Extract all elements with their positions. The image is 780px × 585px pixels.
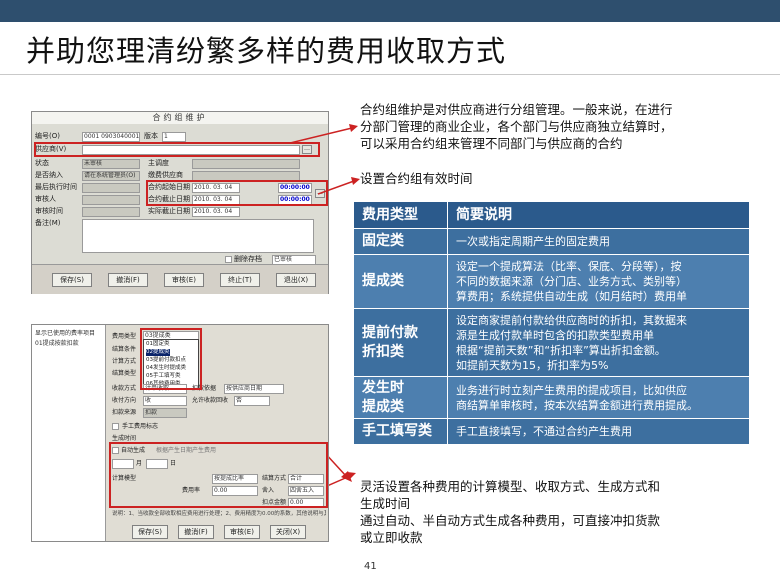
note-fee-settings: 灵活设置各种费用的计算模型、收取方式、生成方式和 生成时间 通过自动、半自动方式… [360, 479, 661, 545]
last-exec-field [82, 183, 140, 193]
tree-item[interactable]: 01提成按款扣款 [35, 339, 79, 348]
pay-direction-select[interactable]: 收 [143, 396, 187, 406]
note-contract-group: 合约组维护是对供应商进行分组管理。一般来说，在进行 分部门管理的商业企业，各个部… [360, 102, 673, 151]
deduct-source-select[interactable]: 扣款 [143, 408, 187, 418]
fee-type-table: 费用类型 简要说明 固定类 一次或指定周期产生的固定费用 提成类 设定一个提成算… [353, 201, 750, 445]
fee-tree-panel: 显示已使用的费率项目 01提成按款扣款 [32, 325, 106, 541]
collect-method-label: 收款方式 [112, 385, 137, 392]
table-row: 手工填写类 手工直接填写，不通过合约产生费用 [353, 418, 750, 445]
owner-label: 主调度 [148, 159, 169, 167]
fee-settings-window: 显示已使用的费率项目 01提成按款扣款 费用类型 03提成类 结算条件 计算方式… [31, 324, 329, 542]
footer-note: 说明：1、当收款全部收取相应费用进行处理；2、费用精度为0.00的系数，其他说明… [112, 511, 326, 517]
review-time-label: 审核时间 [35, 207, 63, 215]
pay-direction-label: 收付方向 [112, 397, 137, 404]
exit-button[interactable]: 退出(X) [276, 273, 316, 287]
remark-field[interactable] [82, 219, 314, 253]
review-button[interactable]: 审核(E) [224, 525, 260, 539]
supplier-highlight [34, 142, 320, 157]
window-title: 合约组维护 [32, 112, 328, 124]
owner-field [192, 159, 300, 169]
range-field[interactable]: 按供应商日期 [224, 384, 284, 394]
note-validity: 设置合约组有效时间 [360, 171, 473, 186]
title-divider [0, 74, 780, 75]
first-collect-select[interactable]: 否 [234, 396, 270, 406]
remark-label: 备注(M) [35, 219, 61, 227]
import-label: 是否纳入 [35, 171, 63, 179]
undo-button[interactable]: 撤消(F) [178, 525, 214, 539]
terminate-button[interactable]: 终止(T) [220, 273, 260, 287]
id-field[interactable]: 0001 0903040001 [82, 132, 140, 142]
table-row: 固定类 一次或指定周期产生的固定费用 [353, 228, 750, 255]
import-field: 请在系统管理员(O) [82, 171, 140, 181]
review-time-field [82, 207, 140, 217]
fee-type-highlight [140, 328, 202, 390]
table-row: 发生时 提成类 业务进行时立刻产生费用的提成项目，比如供应 商结算单审核时，按本… [353, 376, 750, 419]
undo-button[interactable]: 撤消(F) [108, 273, 148, 287]
first-collect-label: 允许收款回收 [192, 397, 229, 404]
fee-type-label: 费用类型 [112, 333, 137, 340]
contract-group-window: 合约组维护 编号(O) 0001 0903040001 版本 1 供应商(V) … [31, 111, 329, 294]
table-row: 提成类 设定一个提成算法（比率、保底、分段等），按 不同的数据来源（分门店、业务… [353, 254, 750, 309]
page-number: 41 [364, 561, 377, 572]
status-field: 未审核 [82, 159, 140, 169]
date-highlight [146, 180, 328, 206]
header-description: 简要说明 [447, 201, 750, 229]
reviewer-label: 审核人 [35, 195, 56, 203]
slide-title: 并助您理清纷繁多样的费用收取方式 [26, 34, 507, 68]
button-bar: 保存(S) 撤消(F) 审核(E) 终止(T) 退出(X) [32, 264, 328, 294]
review-button[interactable]: 审核(E) [164, 273, 204, 287]
arrow-date [318, 177, 360, 195]
condition-label: 结算条件 [112, 346, 137, 353]
reviewer-field [82, 195, 140, 205]
status-label: 状态 [35, 159, 49, 167]
settle-type-label: 结算类型 [112, 370, 137, 377]
manual-flag-checkbox[interactable] [112, 423, 119, 430]
version-field[interactable]: 1 [162, 132, 186, 142]
save-button[interactable]: 保存(S) [52, 273, 92, 287]
top-bar [0, 0, 780, 22]
manual-flag-label: 手工费用标志 [122, 423, 159, 430]
table-row: 提前付款 折扣类 设定商家提前付款给供应商时的折扣，其数据来 源是生成付款单时包… [353, 308, 750, 377]
id-label: 编号(O) [35, 132, 60, 140]
tree-item[interactable]: 显示已使用的费率项目 [35, 329, 95, 338]
deduct-source-label: 扣款来源 [112, 409, 137, 416]
table-header: 费用类型 简要说明 [353, 201, 750, 229]
arrow-supplier [290, 124, 358, 144]
actual-end-field: 2010. 03. 04 [192, 207, 240, 217]
save-button[interactable]: 保存(S) [132, 525, 168, 539]
actual-end-label: 实际截止日期 [148, 207, 190, 215]
last-exec-label: 最后执行时间 [35, 183, 77, 191]
version-label: 版本 [144, 132, 158, 140]
generation-highlight [109, 442, 328, 508]
calc-method-label: 计算方式 [112, 358, 137, 365]
close-button[interactable]: 关闭(X) [270, 525, 306, 539]
header-fee-type: 费用类型 [353, 201, 448, 229]
archive-checkbox[interactable] [225, 256, 232, 263]
